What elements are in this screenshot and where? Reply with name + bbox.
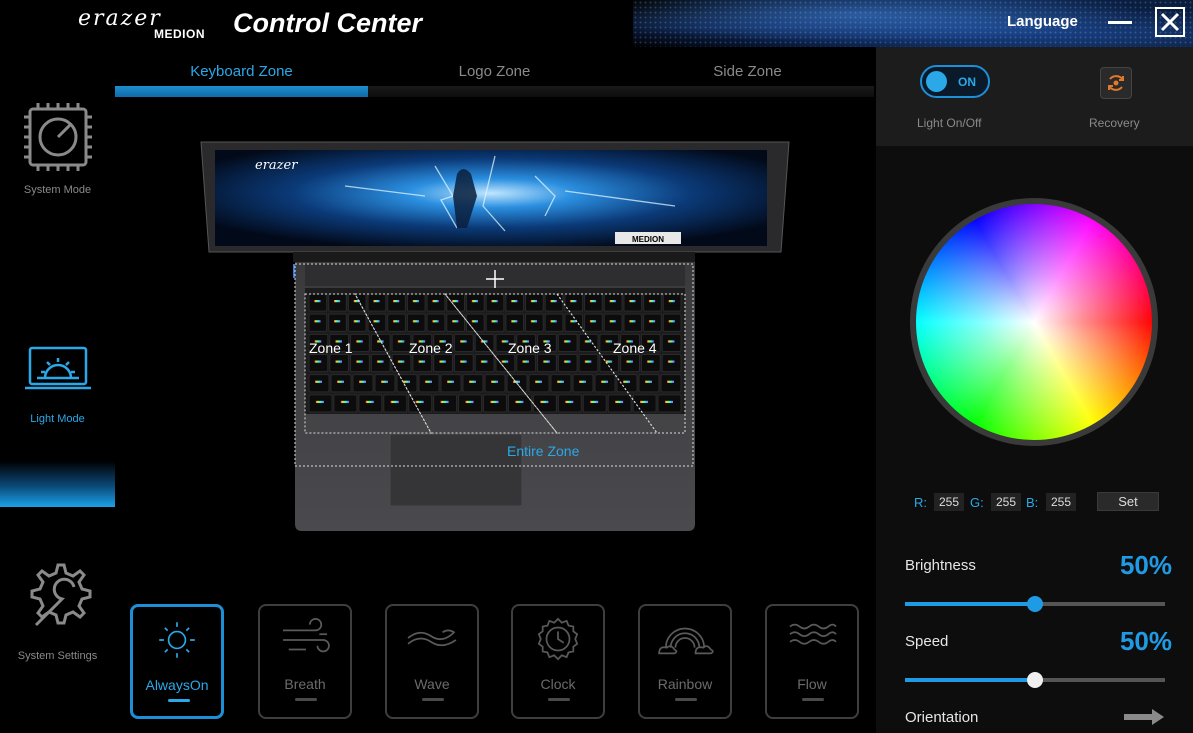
effect-indicator <box>168 699 190 702</box>
recovery-button[interactable] <box>1100 67 1132 99</box>
toggle-knob <box>926 71 947 92</box>
sidebar-active-highlight <box>0 461 115 507</box>
brightness-slider[interactable] <box>905 596 1165 612</box>
recovery-icon <box>1108 75 1124 91</box>
r-value-input[interactable]: 255 <box>934 493 964 511</box>
effect-indicator <box>422 698 444 701</box>
rainbow-icon <box>658 627 714 655</box>
color-wheel[interactable] <box>916 204 1152 440</box>
orientation-label: Orientation <box>905 709 979 726</box>
set-color-button[interactable]: Set <box>1097 492 1159 511</box>
light-toggle[interactable]: ON <box>920 65 990 98</box>
tab-label: Logo Zone <box>458 63 531 80</box>
light-settings-panel: ON Light On/Off Recovery R: 255 G: 255 B… <box>876 47 1193 733</box>
title-bar: erazer MEDION Control Center Language <box>0 0 1193 47</box>
b-value-input[interactable]: 255 <box>1046 493 1076 511</box>
effect-label: Rainbow <box>657 676 713 692</box>
effect-indicator <box>295 698 317 701</box>
effect-label: Breath <box>284 676 326 692</box>
gear-wrench-icon <box>30 563 91 627</box>
laptop-preview: erazer MEDION Zone 1 Zone 2 Zone 3 Zone … <box>195 136 795 536</box>
tab-label: Side Zone <box>713 63 782 80</box>
brightness-value: 50% <box>1119 550 1172 580</box>
effect-indicator <box>802 698 824 701</box>
language-button[interactable]: Language <box>1007 13 1078 30</box>
flow-icon <box>789 623 837 645</box>
zone-1-label[interactable]: Zone 1 <box>309 340 353 356</box>
slider-fill <box>905 678 1035 682</box>
effect-indicator <box>548 698 570 701</box>
minimize-button[interactable] <box>1108 12 1134 32</box>
effect-label: Flow <box>797 676 827 692</box>
panel-top-controls: ON Light On/Off Recovery <box>876 47 1193 146</box>
zone-1-frame[interactable] <box>304 293 432 434</box>
effect-breath[interactable]: Breath <box>258 604 352 719</box>
sidebar-item-label: System Settings <box>17 650 98 662</box>
tab-keyboard-zone[interactable]: Keyboard Zone <box>115 47 368 97</box>
effect-label: Wave <box>414 676 450 692</box>
zone-2-frame[interactable] <box>354 293 559 434</box>
slider-fill <box>905 602 1035 606</box>
zone-3-label[interactable]: Zone 3 <box>508 340 552 356</box>
toggle-state: ON <box>958 75 976 89</box>
zone-4-frame[interactable] <box>556 293 686 434</box>
recovery-label: Recovery <box>1089 116 1140 130</box>
g-value-input[interactable]: 255 <box>991 493 1021 511</box>
speed-value: 50% <box>1119 626 1172 656</box>
zone-2-label[interactable]: Zone 2 <box>409 340 453 356</box>
brand-name: erazer <box>78 6 162 31</box>
close-button[interactable] <box>1155 7 1185 37</box>
brand-logo: erazer MEDION <box>78 6 218 41</box>
tab-label: Keyboard Zone <box>190 63 293 80</box>
effect-label: AlwaysOn <box>145 677 209 693</box>
tab-indicator <box>115 86 368 97</box>
cpu-gauge-icon <box>23 103 92 171</box>
zone-4-label[interactable]: Zone 4 <box>613 340 657 356</box>
slider-thumb[interactable] <box>1027 672 1043 688</box>
zone-overlay <box>294 263 694 467</box>
effect-rainbow[interactable]: Rainbow <box>638 604 732 719</box>
laptop-light-icon <box>24 346 91 390</box>
g-label: G: <box>970 495 984 510</box>
slider-thumb[interactable] <box>1027 596 1043 612</box>
effect-alwayson[interactable]: AlwaysOn <box>130 604 224 719</box>
effect-flow[interactable]: Flow <box>765 604 859 719</box>
sidebar-item-label: System Mode <box>23 184 92 196</box>
brightness-label: Brightness <box>905 557 976 574</box>
app-title: Control Center <box>233 8 422 38</box>
tab-indicator <box>621 86 874 97</box>
light-onoff-label: Light On/Off <box>917 116 982 130</box>
sidebar-item-system-mode[interactable]: System Mode <box>0 95 115 196</box>
entire-zone-label[interactable]: Entire Zone <box>507 443 579 459</box>
wave-icon <box>407 629 457 647</box>
arrow-right-icon[interactable] <box>1124 709 1164 725</box>
speed-label: Speed <box>905 633 949 650</box>
sidebar-item-label: Light Mode <box>30 413 85 425</box>
tab-side-zone[interactable]: Side Zone <box>621 47 874 97</box>
r-label: R: <box>914 495 927 510</box>
effect-label: Clock <box>540 676 576 692</box>
effect-clock[interactable]: Clock <box>511 604 605 719</box>
effect-wave[interactable]: Wave <box>385 604 479 719</box>
wind-icon <box>282 618 330 653</box>
speed-slider[interactable] <box>905 672 1165 688</box>
zone-tabs: Keyboard Zone Logo Zone Side Zone <box>115 47 875 97</box>
brand-maker: MEDION <box>154 27 205 41</box>
close-icon <box>1160 12 1180 32</box>
sun-icon <box>159 622 195 658</box>
effect-indicator <box>675 698 697 701</box>
tab-logo-zone[interactable]: Logo Zone <box>368 47 621 97</box>
sidebar-item-system-settings[interactable]: System Settings <box>0 555 115 662</box>
color-wheel-frame <box>910 198 1158 446</box>
sidebar-item-light-mode[interactable]: Light Mode <box>0 340 115 425</box>
zone-3-frame[interactable] <box>443 293 658 434</box>
tab-indicator <box>368 86 621 97</box>
b-label: B: <box>1026 495 1039 510</box>
clock-icon <box>537 617 579 661</box>
effect-list: AlwaysOn Breath Wave Clock Rainbow Flow <box>130 604 870 720</box>
sidebar: System Mode Light Mode System Settings <box>0 47 115 733</box>
